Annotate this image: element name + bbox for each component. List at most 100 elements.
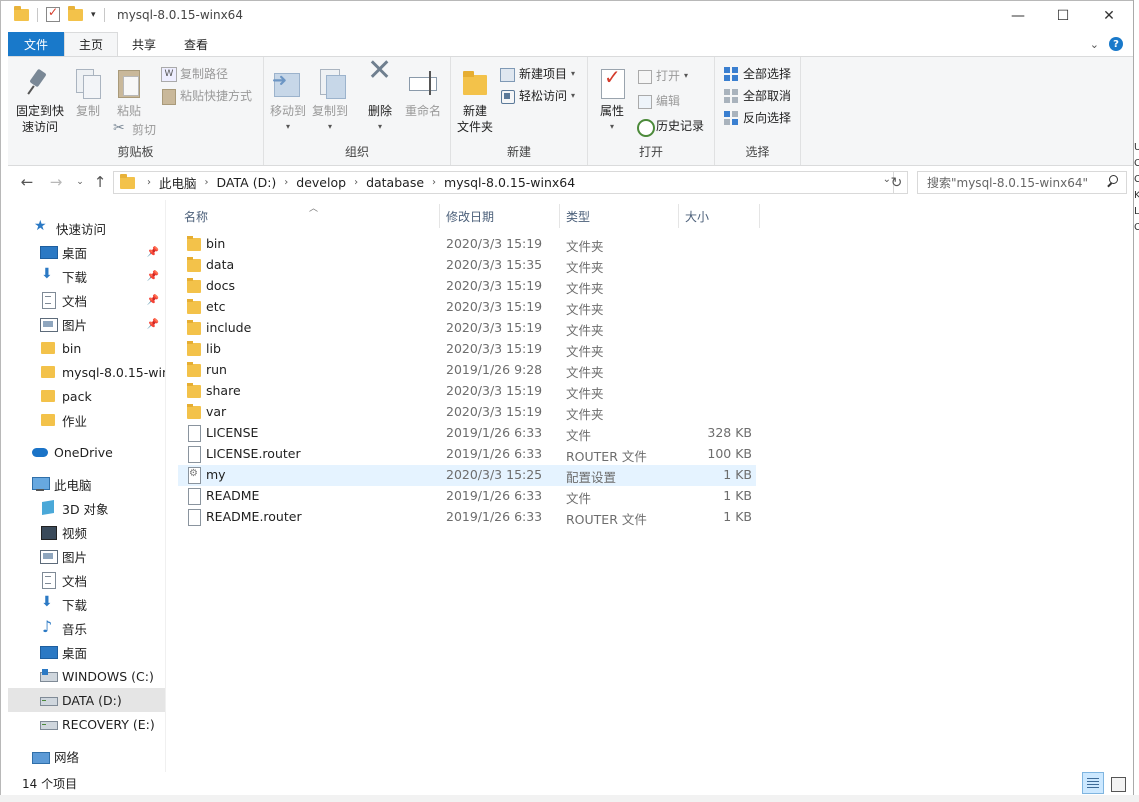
chevron-right-icon[interactable]: ›	[203, 177, 211, 188]
move-to-button[interactable]: 移动到 ▾	[268, 67, 308, 135]
address-bar[interactable]: › 此电脑 › DATA (D:) › develop › database ›…	[113, 171, 894, 194]
expand-ribbon-icon[interactable]: ⌄	[1090, 38, 1099, 51]
sidebar-item-documents[interactable]: 文档 📌	[8, 288, 165, 312]
file-row[interactable]: etc 2020/3/3 15:19 文件夹	[178, 297, 756, 318]
sidebar-item-mysql[interactable]: mysql-8.0.15-winx	[8, 360, 165, 384]
breadcrumb-data-drive[interactable]: DATA (D:)	[211, 175, 283, 190]
customize-toolbar-icon[interactable]: ▾	[91, 10, 96, 20]
file-list: 名称 ︿ 修改日期 类型 大小 bin 2020/3/3 15:19 文件夹 data…	[172, 200, 1133, 772]
properties-button[interactable]: 属性 ▾	[592, 67, 632, 135]
paste-button[interactable]: 粘贴	[111, 67, 147, 119]
file-row[interactable]: bin 2020/3/3 15:19 文件夹	[178, 234, 756, 255]
select-none-button[interactable]: 全部取消	[723, 87, 791, 104]
file-row[interactable]: LICENSE 2019/1/26 6:33 文件 328 KB	[178, 423, 756, 444]
chevron-right-icon[interactable]: ›	[282, 177, 290, 188]
file-row[interactable]: README.router 2019/1/26 6:33 ROUTER 文件 1 KB	[178, 507, 756, 528]
close-button[interactable]: ✕	[1086, 0, 1132, 32]
sidebar-item-recovery-e[interactable]: RECOVERY (E:)	[8, 712, 165, 736]
sidebar-item-music[interactable]: 音乐	[8, 616, 165, 640]
sidebar-item-downloads[interactable]: 下载 📌	[8, 264, 165, 288]
large-icons-view-button[interactable]	[1106, 772, 1128, 794]
file-type: 文件夹	[566, 281, 604, 296]
properties-icon[interactable]	[46, 5, 60, 22]
file-row[interactable]: README 2019/1/26 6:33 文件 1 KB	[178, 486, 756, 507]
sidebar-item-pc-downloads[interactable]: 下载	[8, 592, 165, 616]
chevron-down-icon: ▾	[327, 122, 332, 131]
folder-icon	[186, 383, 202, 399]
chevron-right-icon[interactable]: ›	[145, 177, 153, 188]
new-folder-icon[interactable]	[68, 5, 83, 21]
breadcrumb-mysql[interactable]: mysql-8.0.15-winx64	[438, 175, 581, 190]
sidebar-item-pc-desktop[interactable]: 桌面	[8, 640, 165, 664]
new-folder-button[interactable]: 新建 文件夹	[455, 67, 495, 135]
organize-group: 移动到 ▾ 复制到 ▾ 删除 ▾ 重命名 组织	[264, 57, 451, 165]
sidebar-item-pack[interactable]: pack	[8, 384, 165, 408]
breadcrumb-develop[interactable]: develop	[290, 175, 352, 190]
sidebar-item-network[interactable]: 网络	[8, 744, 165, 768]
file-row[interactable]: data 2020/3/3 15:35 文件夹	[178, 255, 756, 276]
sidebar-item-pc-pictures[interactable]: 图片	[8, 544, 165, 568]
copy-to-button[interactable]: 复制到 ▾	[310, 67, 350, 135]
pin-icon	[24, 67, 56, 99]
breadcrumb-this-pc[interactable]: 此电脑	[153, 173, 203, 192]
rename-button[interactable]: 重命名	[402, 67, 444, 119]
chevron-right-icon[interactable]: ›	[430, 177, 438, 188]
tab-view[interactable]: 查看	[170, 32, 222, 56]
sidebar-item-videos[interactable]: 视频	[8, 520, 165, 544]
copy-path-button[interactable]: 复制路径	[160, 65, 228, 82]
column-header-date[interactable]: 修改日期	[440, 204, 560, 228]
file-row[interactable]: var 2020/3/3 15:19 文件夹	[178, 402, 756, 423]
back-button[interactable]: ←	[17, 173, 37, 191]
tab-home[interactable]: 主页	[64, 32, 119, 56]
sidebar-item-pc-documents[interactable]: 文档	[8, 568, 165, 592]
copy-button[interactable]: 复制	[70, 67, 106, 119]
sidebar-item-this-pc[interactable]: 此电脑	[8, 472, 165, 496]
tab-file[interactable]: 文件	[8, 32, 64, 56]
file-row[interactable]: docs 2020/3/3 15:19 文件夹	[178, 276, 756, 297]
minimize-button[interactable]: —	[995, 0, 1041, 32]
new-item-button[interactable]: 新建项目 ▾	[499, 65, 575, 82]
search-input[interactable]: 搜索"mysql-8.0.15-winx64"	[917, 171, 1127, 194]
tab-share[interactable]: 共享	[118, 32, 170, 56]
file-row[interactable]: run 2019/1/26 9:28 文件夹	[178, 360, 756, 381]
file-row[interactable]: my 2020/3/3 15:25 配置设置 1 KB	[178, 465, 756, 486]
maximize-button[interactable]: ☐	[1040, 0, 1086, 32]
forward-button[interactable]: →	[46, 173, 66, 191]
breadcrumb-database[interactable]: database	[360, 175, 430, 190]
file-icon	[186, 509, 202, 526]
invert-selection-button[interactable]: 反向选择	[723, 109, 791, 126]
recent-locations-chevron-icon[interactable]: ⌄	[70, 177, 90, 187]
chevron-right-icon[interactable]: ›	[352, 177, 360, 188]
pin-to-quick-access-button[interactable]: 固定到快 速访问	[12, 67, 68, 135]
column-header-name[interactable]: 名称 ︿	[178, 204, 440, 228]
sidebar-item-quick-access[interactable]: 快速访问	[8, 216, 165, 240]
cut-button[interactable]: 剪切	[112, 120, 156, 138]
sidebar-item-homework[interactable]: 作业	[8, 408, 165, 432]
file-type: 文件夹	[566, 239, 604, 254]
column-header-type[interactable]: 类型	[560, 204, 679, 228]
sidebar-item-windows-c[interactable]: WINDOWS (C:)	[8, 664, 165, 688]
history-button[interactable]: 历史记录	[636, 117, 704, 137]
file-row[interactable]: include 2020/3/3 15:19 文件夹	[178, 318, 756, 339]
sidebar-item-desktop[interactable]: 桌面 📌	[8, 240, 165, 264]
open-button[interactable]: 打开 ▾	[636, 67, 688, 84]
refresh-button[interactable]: ↻	[886, 171, 908, 194]
sidebar-item-3d-objects[interactable]: 3D 对象	[8, 496, 165, 520]
select-all-button[interactable]: 全部选择	[723, 65, 791, 82]
sidebar-item-pictures[interactable]: 图片 📌	[8, 312, 165, 336]
file-row[interactable]: share 2020/3/3 15:19 文件夹	[178, 381, 756, 402]
column-header-size[interactable]: 大小	[679, 204, 760, 228]
file-row[interactable]: lib 2020/3/3 15:19 文件夹	[178, 339, 756, 360]
paste-shortcut-button[interactable]: 粘贴快捷方式	[160, 87, 252, 105]
up-button[interactable]: ↑	[90, 173, 110, 191]
delete-button[interactable]: 删除 ▾	[362, 63, 398, 135]
details-view-button[interactable]	[1082, 772, 1104, 794]
sidebar-item-bin[interactable]: bin	[8, 336, 165, 360]
easy-access-button[interactable]: 轻松访问 ▾	[499, 87, 575, 104]
sidebar-item-onedrive[interactable]: OneDrive	[8, 440, 165, 464]
help-icon[interactable]: ?	[1109, 37, 1123, 51]
sidebar-item-data-d[interactable]: DATA (D:)	[8, 688, 165, 712]
file-row[interactable]: LICENSE.router 2019/1/26 6:33 ROUTER 文件 100…	[178, 444, 756, 465]
copy-to-label: 复制到	[311, 104, 348, 118]
edit-button[interactable]: 编辑	[636, 92, 680, 109]
